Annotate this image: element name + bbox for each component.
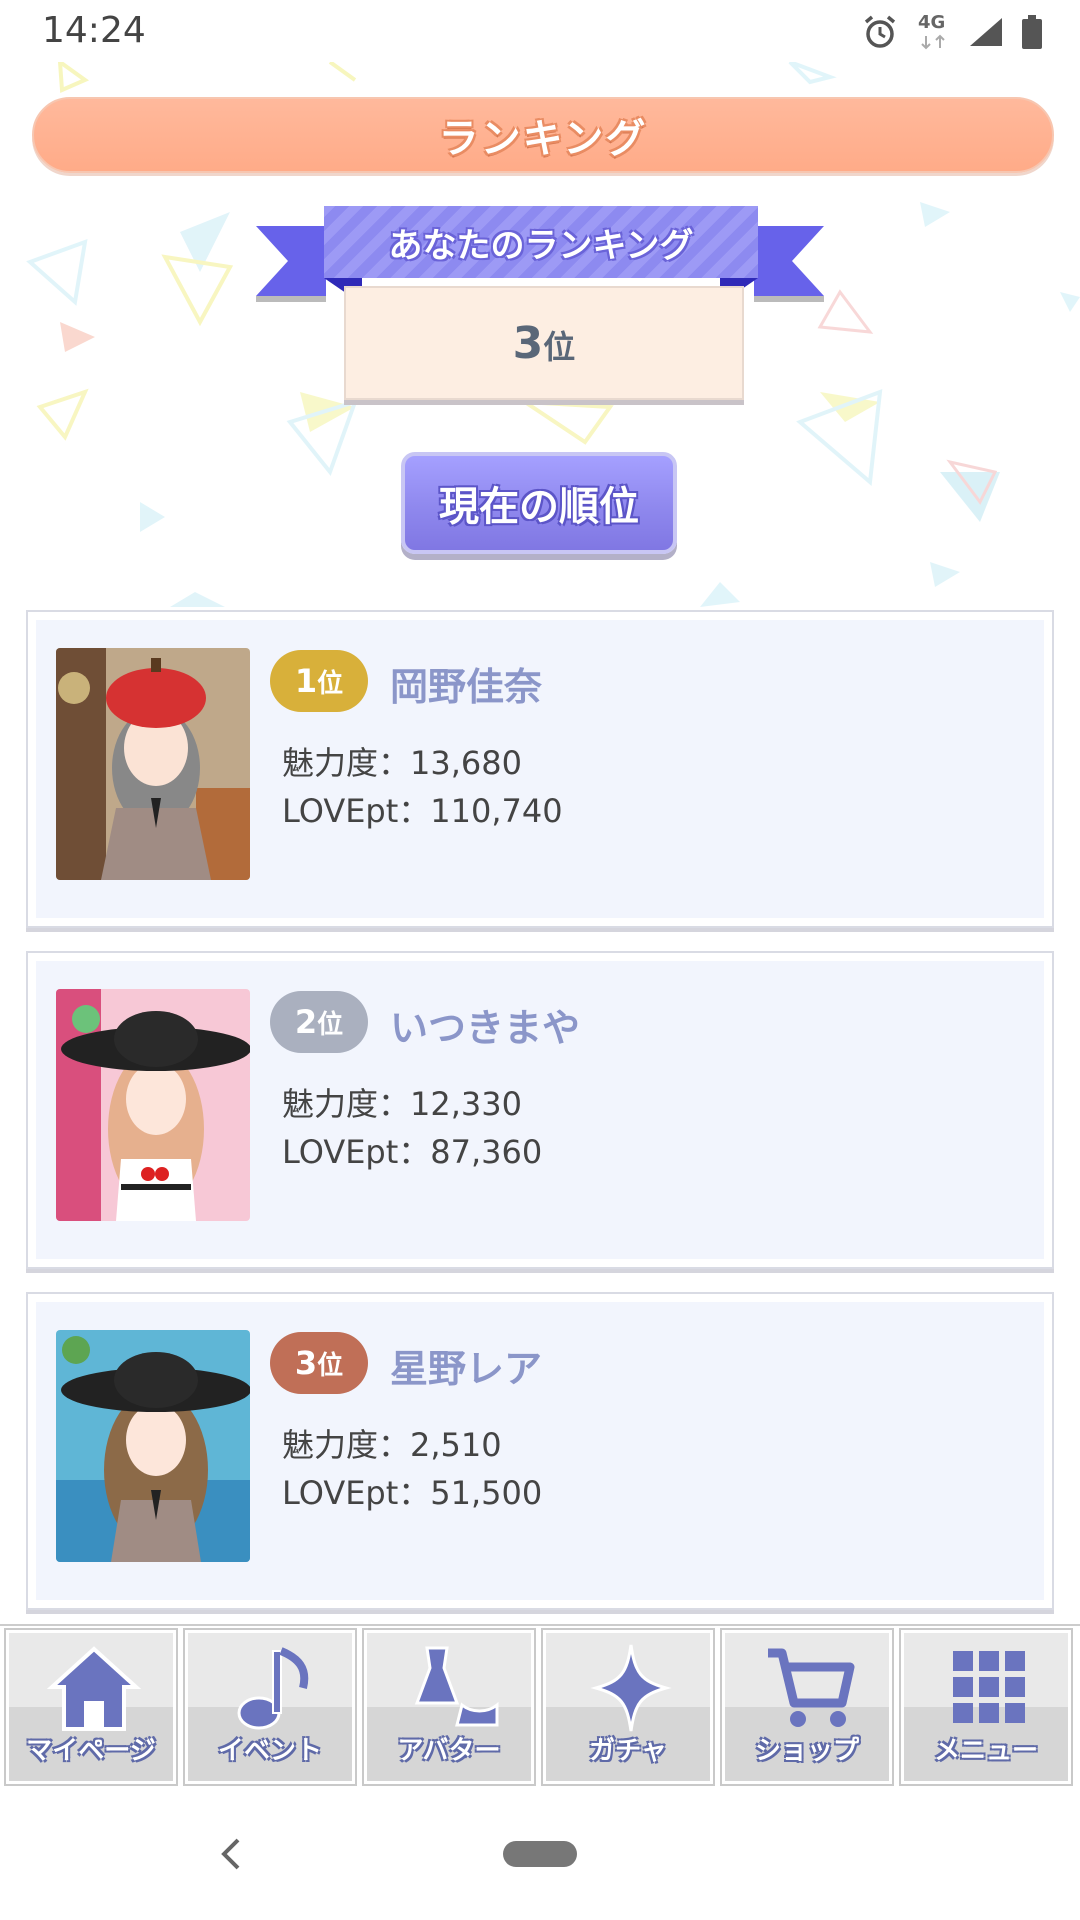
music-note-icon [237, 1647, 309, 1730]
charm-stat: 魅力度：12,330 [282, 1085, 522, 1123]
system-nav-bar [0, 1790, 1080, 1920]
player-name: 岡野佳奈 [390, 665, 543, 709]
sparkle-icon [590, 1644, 672, 1732]
dress-icon [414, 1646, 499, 1727]
nav-label: マイページ [26, 1736, 156, 1766]
avatar [56, 989, 250, 1221]
ranking-card-1[interactable]: 1位 岡野佳奈 魅力度：13,680 LOVEpt：110,740 [26, 610, 1054, 928]
network-type-label: 4G [918, 12, 946, 33]
battery-icon [1022, 15, 1042, 49]
alarm-icon [864, 15, 896, 48]
charm-stat: 魅力度：2,510 [282, 1426, 502, 1464]
rank-badge: 1位 [270, 650, 368, 712]
nav-menu[interactable]: メニュー [901, 1630, 1071, 1784]
love-stat: LOVEpt：51,500 [282, 1474, 543, 1512]
nav-label: ショップ [754, 1736, 859, 1766]
nav-gacha[interactable]: ガチャ [543, 1630, 713, 1784]
status-icons: 4G [862, 12, 1042, 52]
player-name: いつきまや [390, 1006, 581, 1050]
my-ranking-label: あなたのランキング [388, 225, 694, 266]
love-stat: LOVEpt：110,740 [282, 792, 563, 830]
player-name: 星野レア [390, 1347, 543, 1391]
nav-label: イベント [217, 1736, 322, 1766]
nav-shop[interactable]: ショップ [722, 1630, 892, 1784]
rank-badge: 3位 [270, 1332, 368, 1394]
rank-badge: 2位 [270, 991, 368, 1053]
my-ranking-ribbon: あなたのランキング [324, 206, 758, 278]
status-bar: 14:24 4G [0, 0, 1080, 62]
my-ranking-panel: 3位 あなたのランキング [256, 204, 824, 404]
my-rank-box: 3位 [344, 286, 744, 400]
home-icon [46, 1646, 142, 1731]
current-rank-button[interactable]: 現在の順位 [401, 452, 677, 554]
grid-menu-icon [953, 1651, 1025, 1723]
nav-label: アバター [397, 1736, 501, 1766]
nav-mypage[interactable]: マイページ [6, 1630, 176, 1784]
current-rank-button-label: 現在の順位 [439, 484, 639, 530]
nav-avatar[interactable]: アバター [364, 1630, 534, 1784]
cart-icon [768, 1648, 855, 1727]
my-rank-value: 3位 [512, 317, 576, 369]
avatar [56, 648, 250, 880]
nav-label: メニュー [933, 1736, 1038, 1766]
back-icon[interactable] [216, 1834, 246, 1874]
status-time: 14:24 [42, 10, 146, 51]
signal-icon [970, 18, 1002, 46]
page-header: ランキング [32, 97, 1054, 173]
page-title: ランキング [438, 116, 648, 162]
bottom-nav: マイページ イベント アバター ガチャ ショップ メニュー [0, 1624, 1080, 1793]
ranking-card-3[interactable]: 3位 星野レア 魅力度：2,510 LOVEpt：51,500 [26, 1292, 1054, 1610]
charm-stat: 魅力度：13,680 [282, 744, 522, 782]
nav-label: ガチャ [589, 1736, 667, 1766]
nav-event[interactable]: イベント [185, 1630, 355, 1784]
network-type-icon: 4G [916, 12, 950, 52]
home-pill[interactable] [503, 1841, 577, 1867]
love-stat: LOVEpt：87,360 [282, 1133, 543, 1171]
avatar [56, 1330, 250, 1562]
ranking-card-2[interactable]: 2位 いつきまや 魅力度：12,330 LOVEpt：87,360 [26, 951, 1054, 1269]
